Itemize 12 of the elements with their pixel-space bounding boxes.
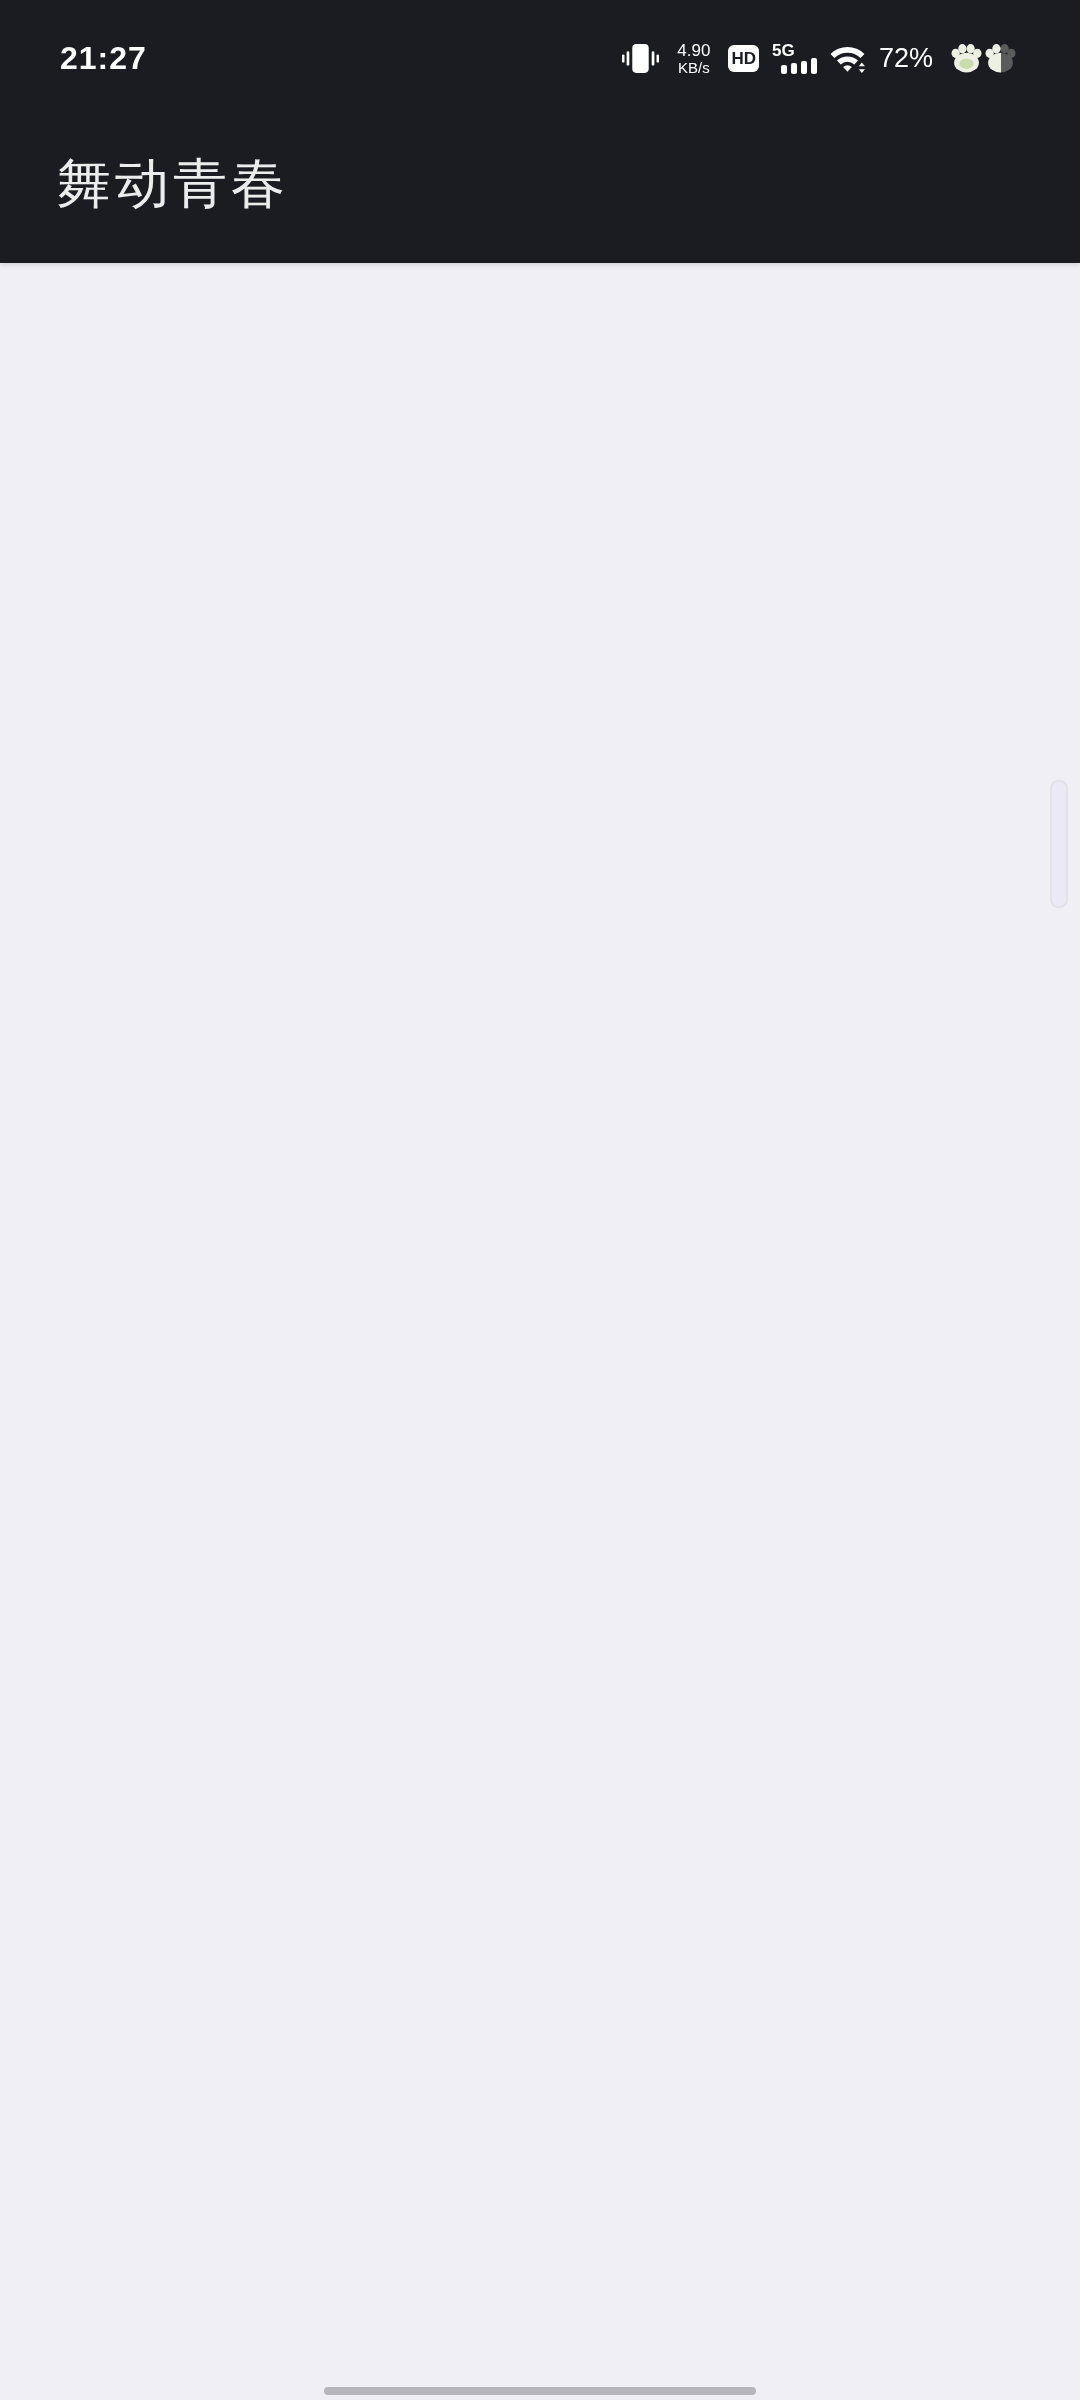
vibrate-icon (622, 42, 660, 74)
paw-icon (985, 43, 1016, 73)
battery-percent: 72% (878, 42, 933, 74)
signal-bars-icon (780, 58, 817, 74)
network-speed-unit: KB/s (678, 59, 710, 75)
paw-icon (951, 43, 982, 73)
hd-indicator: HD (728, 44, 759, 72)
home-indicator[interactable] (324, 2387, 756, 2395)
network-type: 5G (771, 42, 795, 59)
status-time: 21:27 (60, 39, 147, 77)
app-title: 舞动青春 (57, 153, 289, 214)
network-speed-value: 4.90 (677, 41, 711, 59)
